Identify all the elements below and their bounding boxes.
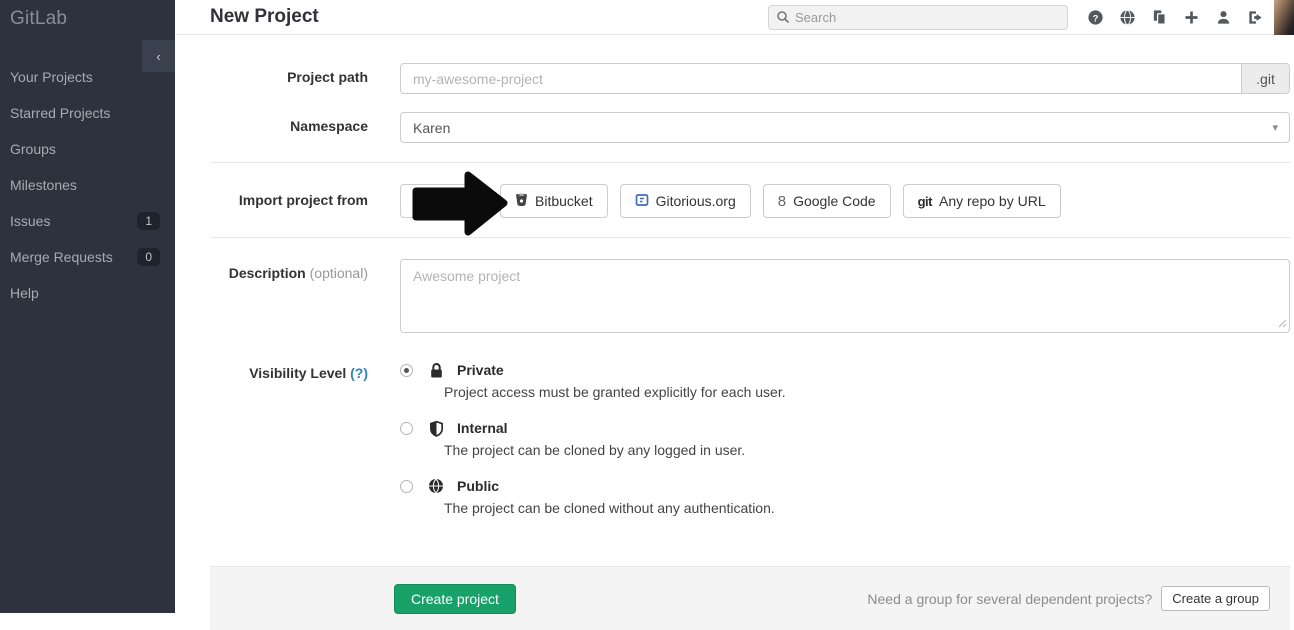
import-button-bitbucket[interactable]: Bitbucket: [500, 184, 608, 218]
search-input[interactable]: [768, 5, 1068, 30]
git-suffix-addon: .git: [1242, 63, 1290, 94]
google-code-icon: 8: [778, 193, 786, 210]
copy-icon[interactable]: [1150, 8, 1168, 26]
import-button-gitorious[interactable]: Gitorious.org: [620, 184, 751, 218]
sidebar-item-label: Your Projects: [10, 69, 93, 85]
avatar[interactable]: [1274, 0, 1294, 35]
create-project-button[interactable]: Create project: [394, 584, 516, 614]
visibility-row: Visibility Level (?) Private Project acc…: [210, 359, 1290, 533]
sidebar-collapse-button[interactable]: ‹: [142, 40, 175, 72]
sidebar-item-label: Starred Projects: [10, 105, 110, 121]
page-title: New Project: [175, 6, 319, 28]
sign-out-icon[interactable]: [1246, 8, 1264, 26]
sidebar-nav: Your Projects Starred Projects Groups Mi…: [0, 59, 175, 311]
divider: [210, 237, 1290, 238]
import-button-github[interactable]: [400, 184, 488, 218]
sidebar-item-issues[interactable]: Issues 1: [0, 203, 175, 239]
resize-grip-icon[interactable]: [1278, 315, 1287, 333]
new-project-form: Project path .git Namespace Karen ▾ Impo…: [210, 63, 1290, 533]
issues-count-badge: 1: [137, 212, 160, 230]
visibility-help-link[interactable]: (?): [350, 365, 368, 381]
gitlab-logo: GitLab: [0, 0, 175, 30]
header-icons: ?: [1086, 8, 1264, 26]
sidebar-item-label: Milestones: [10, 177, 77, 193]
merge-requests-count-badge: 0: [137, 248, 160, 266]
github-icon: [415, 192, 430, 210]
visibility-option-private: Private Project access must be granted e…: [400, 359, 1290, 400]
import-button-google-code[interactable]: 8 Google Code: [763, 184, 891, 218]
divider: [210, 162, 1290, 163]
private-radio[interactable]: [400, 364, 413, 377]
sidebar-item-label: Groups: [10, 141, 56, 157]
project-path-row: Project path .git: [210, 63, 1290, 94]
sidebar-item-starred-projects[interactable]: Starred Projects: [0, 95, 175, 131]
search-box: [768, 5, 1068, 30]
git-icon: git: [918, 194, 932, 209]
project-path-input[interactable]: [400, 63, 1242, 94]
sidebar-item-groups[interactable]: Groups: [0, 131, 175, 167]
chevron-down-icon: ▾: [1272, 121, 1278, 134]
sidebar-item-help[interactable]: Help: [0, 275, 175, 311]
lock-icon: [428, 362, 444, 379]
internal-radio[interactable]: [400, 422, 413, 435]
user-icon[interactable]: [1214, 8, 1232, 26]
plus-icon[interactable]: [1182, 8, 1200, 26]
import-button-any-repo[interactable]: git Any repo by URL: [903, 184, 1061, 218]
shield-icon: [428, 420, 444, 437]
sidebar-item-merge-requests[interactable]: Merge Requests 0: [0, 239, 175, 275]
import-project-label: Import project from: [210, 184, 400, 218]
chevron-left-icon: ‹: [156, 49, 160, 64]
top-header: New Project ?: [175, 0, 1294, 35]
globe-icon: [428, 478, 444, 494]
search-icon: [776, 10, 790, 29]
namespace-row: Namespace Karen ▾: [210, 112, 1290, 143]
namespace-label: Namespace: [210, 112, 400, 143]
sidebar-item-milestones[interactable]: Milestones: [0, 167, 175, 203]
form-actions-footer: Create project Need a group for several …: [210, 566, 1290, 630]
gitorious-icon: [635, 193, 649, 210]
globe-icon[interactable]: [1118, 8, 1136, 26]
sidebar-item-label: Issues: [10, 213, 50, 229]
optional-hint: (optional): [310, 265, 368, 281]
description-row: Description (optional): [210, 259, 1290, 338]
namespace-select[interactable]: Karen ▾: [400, 112, 1290, 143]
public-radio[interactable]: [400, 480, 413, 493]
create-group-button[interactable]: Create a group: [1161, 586, 1270, 611]
visibility-option-internal: Internal The project can be cloned by an…: [400, 417, 1290, 458]
help-icon[interactable]: ?: [1086, 8, 1104, 26]
group-hint-text: Need a group for several dependent proje…: [867, 591, 1152, 607]
visibility-label: Visibility Level (?): [210, 359, 400, 533]
description-label: Description (optional): [210, 259, 400, 338]
svg-text:?: ?: [1092, 13, 1098, 24]
main-area: New Project ?: [175, 0, 1294, 613]
sidebar-item-label: Help: [10, 285, 39, 301]
namespace-selected-value: Karen: [413, 120, 450, 136]
visibility-option-public: Public The project can be cloned without…: [400, 475, 1290, 516]
project-path-label: Project path: [210, 63, 400, 94]
sidebar: GitLab ‹ Your Projects Starred Projects …: [0, 0, 175, 613]
bitbucket-icon: [515, 193, 528, 210]
description-textarea[interactable]: [400, 259, 1290, 333]
import-project-row: Import project from Bitbucket: [210, 184, 1290, 218]
sidebar-item-label: Merge Requests: [10, 249, 113, 265]
